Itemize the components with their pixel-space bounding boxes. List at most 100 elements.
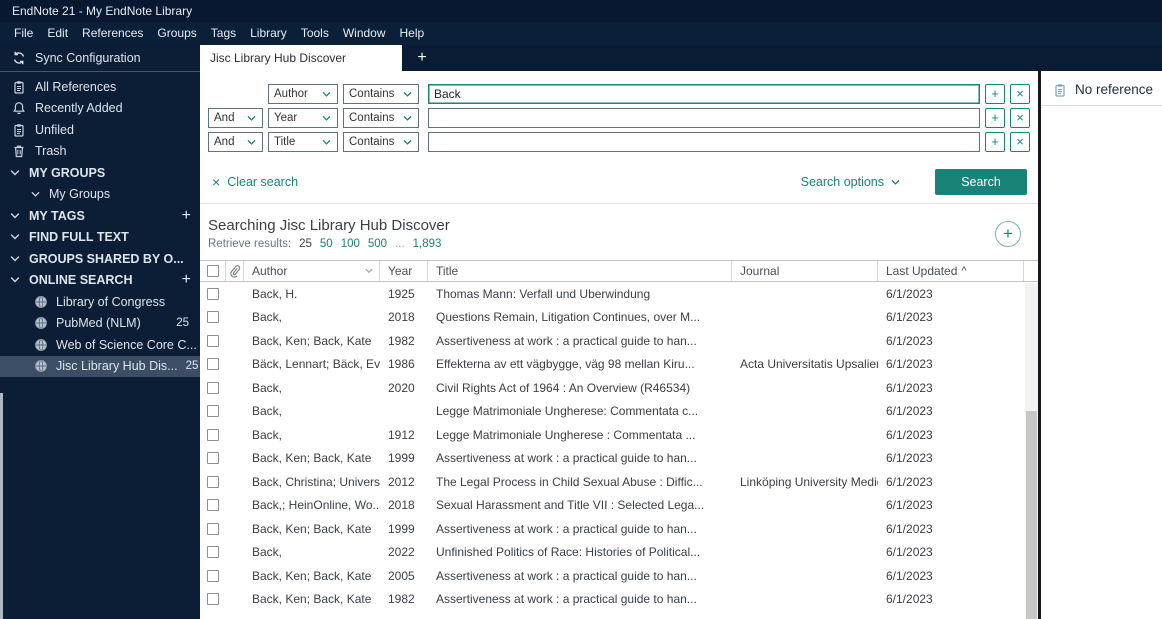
chevron-down-icon[interactable]	[8, 230, 22, 244]
journal-column-header[interactable]: Journal	[732, 261, 878, 281]
search-term-input[interactable]	[428, 132, 980, 152]
table-row[interactable]: Back, Christina; Univers... 2012 The Leg…	[200, 470, 1038, 494]
row-checkbox[interactable]	[207, 452, 219, 465]
menu-library[interactable]: Library	[243, 22, 294, 45]
operator-select[interactable]: Contains	[343, 108, 419, 128]
year-column-header[interactable]: Year	[380, 261, 428, 281]
sidebar-item-jisc-library-hub[interactable]: Jisc Library Hub Dis... 25	[0, 355, 200, 377]
table-row[interactable]: Back, 2022 Unfinished Politics of Race: …	[200, 541, 1038, 565]
sidebar-item-sync-configuration[interactable]: Sync Configuration	[0, 45, 200, 72]
retrieve-option-all[interactable]: 1,893	[413, 238, 442, 250]
chevron-down-icon[interactable]	[8, 273, 22, 287]
search-term-input[interactable]	[428, 84, 980, 104]
add-references-button[interactable]: +	[995, 220, 1021, 247]
remove-search-row-button[interactable]: ×	[1010, 108, 1030, 128]
select-all-header[interactable]	[200, 261, 226, 281]
menu-tools[interactable]: Tools	[294, 22, 336, 45]
table-row[interactable]: Bäck, Lennart; Bäck, Eva 1986 Effekterna…	[200, 353, 1038, 377]
menu-help[interactable]: Help	[393, 22, 432, 45]
sidebar-group-find-full-text[interactable]: FIND FULL TEXT	[0, 227, 200, 249]
row-checkbox[interactable]	[207, 428, 219, 441]
boolean-select[interactable]: And	[208, 132, 263, 152]
add-search-row-button[interactable]: +	[985, 108, 1005, 128]
vertical-scrollbar[interactable]	[1025, 283, 1038, 619]
chevron-down-icon[interactable]	[8, 166, 22, 180]
table-row[interactable]: Back, Ken; Back, Kate 1999 Assertiveness…	[200, 447, 1038, 471]
new-tab-button[interactable]: +	[402, 45, 442, 71]
author-column-header[interactable]: Author	[244, 261, 380, 281]
sidebar-item-unfiled[interactable]: Unfiled	[0, 119, 200, 141]
search-options-dropdown[interactable]: Search options	[801, 175, 901, 189]
add-search-row-button[interactable]: +	[985, 132, 1005, 152]
sidebar-group-online-search[interactable]: ONLINE SEARCH +	[0, 270, 200, 292]
table-row[interactable]: Back, 2020 Civil Rights Act of 1964 : An…	[200, 376, 1038, 400]
sidebar-group-my-tags[interactable]: MY TAGS +	[0, 205, 200, 227]
row-checkbox[interactable]	[207, 522, 219, 535]
row-checkbox[interactable]	[207, 475, 219, 488]
scrollbar-thumb[interactable]	[1026, 410, 1037, 619]
boolean-select[interactable]: And	[208, 108, 263, 128]
retrieve-option-100[interactable]: 100	[341, 238, 360, 250]
table-row[interactable]: Back, Ken; Back, Kate 2005 Assertiveness…	[200, 564, 1038, 588]
row-checkbox[interactable]	[207, 358, 219, 371]
row-checkbox[interactable]	[207, 334, 219, 347]
search-term-input[interactable]	[428, 108, 980, 128]
operator-select[interactable]: Contains	[343, 84, 419, 104]
sidebar-group-groups-shared[interactable]: GROUPS SHARED BY O...	[0, 248, 200, 270]
table-row[interactable]: Back,; HeinOnline, Wo... 2018 Sexual Har…	[200, 494, 1038, 518]
sidebar-item-trash[interactable]: Trash	[0, 141, 200, 163]
row-checkbox[interactable]	[207, 546, 219, 559]
select-all-checkbox[interactable]	[207, 265, 219, 277]
menu-window[interactable]: Window	[336, 22, 393, 45]
field-select[interactable]: Year	[268, 108, 338, 128]
table-row[interactable]: Back, 2018 Questions Remain, Litigation …	[200, 306, 1038, 330]
menu-tags[interactable]: Tags	[204, 22, 243, 45]
sidebar-item-all-references[interactable]: All References	[0, 76, 200, 98]
row-checkbox[interactable]	[207, 593, 219, 606]
retrieve-option-500[interactable]: 500	[368, 238, 387, 250]
sidebar-item-web-of-science[interactable]: Web of Science Core C...	[0, 334, 200, 356]
row-checkbox[interactable]	[207, 311, 219, 324]
chevron-down-icon[interactable]	[8, 252, 22, 266]
chevron-down-icon[interactable]	[30, 189, 42, 200]
table-row[interactable]: Back, Ken; Back, Kate 1982 Assertiveness…	[200, 588, 1038, 612]
search-button[interactable]: Search	[935, 169, 1027, 195]
menu-edit[interactable]: Edit	[40, 22, 75, 45]
retrieve-option-50[interactable]: 50	[320, 238, 333, 250]
row-checkbox[interactable]	[207, 405, 219, 418]
field-select[interactable]: Author	[268, 84, 338, 104]
remove-search-row-button[interactable]: ×	[1010, 132, 1030, 152]
chevron-down-icon[interactable]	[8, 209, 22, 223]
add-tag-button[interactable]: +	[182, 207, 191, 223]
sidebar-item-my-groups[interactable]: My Groups	[0, 184, 200, 206]
add-online-search-button[interactable]: +	[182, 272, 191, 288]
field-select[interactable]: Title	[268, 132, 338, 152]
row-checkbox[interactable]	[207, 499, 219, 512]
row-checkbox[interactable]	[207, 569, 219, 582]
operator-select[interactable]: Contains	[343, 132, 419, 152]
sidebar-item-recently-added[interactable]: Recently Added	[0, 98, 200, 120]
menu-file[interactable]: File	[7, 22, 40, 45]
add-search-row-button[interactable]: +	[985, 84, 1005, 104]
table-row[interactable]: Back, H. 1925 Thomas Mann: Verfall und U…	[200, 282, 1038, 306]
menu-references[interactable]: References	[75, 22, 150, 45]
sidebar-item-pubmed[interactable]: PubMed (NLM) 25	[0, 313, 200, 335]
retrieve-option-25[interactable]: 25	[299, 238, 312, 250]
table-row[interactable]: Back, Ken; Back, Kate 1999 Assertiveness…	[200, 517, 1038, 541]
last-updated-column-header[interactable]: Last Updated ^	[878, 261, 1024, 281]
clear-search-link[interactable]: × Clear search	[212, 174, 298, 190]
sidebar-item-library-of-congress[interactable]: Library of Congress	[0, 291, 200, 313]
sidebar-group-my-groups[interactable]: MY GROUPS	[0, 162, 200, 184]
table-row[interactable]: Back, 1912 Legge Matrimoniale Ungherese …	[200, 423, 1038, 447]
tab-jisc-library-hub-discover[interactable]: Jisc Library Hub Discover	[200, 45, 402, 71]
remove-search-row-button[interactable]: ×	[1010, 84, 1030, 104]
author-cell: Back,	[252, 380, 283, 395]
row-checkbox[interactable]	[207, 287, 219, 300]
row-checkbox[interactable]	[207, 381, 219, 394]
online-item-label: PubMed (NLM)	[56, 316, 141, 331]
table-row[interactable]: Back, Legge Matrimoniale Ungherese: Comm…	[200, 400, 1038, 424]
table-row[interactable]: Back, Ken; Back, Kate 1982 Assertiveness…	[200, 329, 1038, 353]
attachment-column-header[interactable]	[226, 261, 244, 281]
title-column-header[interactable]: Title	[428, 261, 732, 281]
menu-groups[interactable]: Groups	[150, 22, 203, 45]
